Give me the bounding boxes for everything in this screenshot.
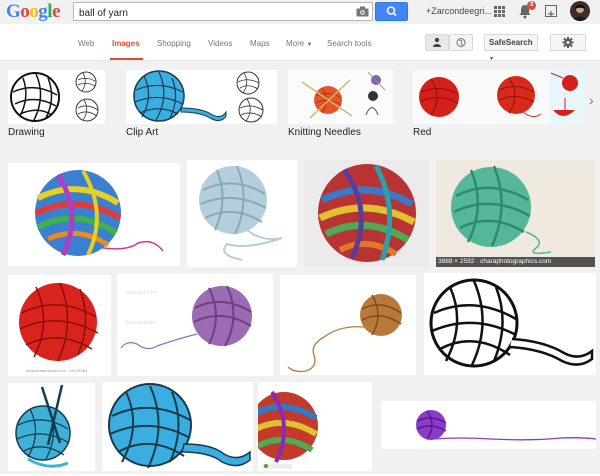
brown-yarn-image [287, 294, 402, 373]
image-result[interactable] [8, 383, 95, 471]
results-area: Drawing Clip Art Knitting Needles Red › … [0, 61, 600, 474]
chevron-down-icon: ▼ [306, 42, 313, 48]
chevron-right-icon[interactable]: › [589, 92, 594, 108]
rainbow-yarn-image [34, 169, 164, 257]
multicolor-yarn-image [304, 160, 430, 267]
image-result[interactable] [8, 163, 180, 266]
related-red-card[interactable] [413, 70, 585, 124]
gear-icon [562, 37, 574, 48]
knitting-clipart-image [15, 384, 71, 468]
image-result[interactable] [102, 382, 253, 471]
tabs-bar: Web Images Shopping Videos Maps More ▼ S… [0, 24, 600, 62]
avatar[interactable] [570, 1, 590, 21]
related-clipart-label[interactable]: Clip Art [126, 127, 158, 138]
violet-yarn-image [416, 410, 597, 441]
related-drawing-label[interactable]: Drawing [8, 127, 45, 138]
outline-yarn-image [429, 278, 594, 368]
tab-more[interactable]: More ▼ [286, 39, 312, 48]
svg-text:depositphotos: depositphotos [125, 320, 157, 326]
svg-text:depositphotos: depositphotos [125, 290, 157, 296]
blue-yarn-clipart-image [108, 383, 251, 469]
search-box[interactable] [73, 2, 373, 22]
related-clipart-card[interactable] [126, 70, 277, 124]
knitting-needles-thumbnail [288, 70, 393, 124]
tab-maps[interactable]: Maps [250, 39, 270, 48]
globe-icon [456, 37, 466, 48]
tab-images[interactable]: Images [112, 39, 140, 48]
tab-more-label: More [286, 39, 305, 48]
private-results-button[interactable] [425, 34, 449, 51]
related-drawing-card[interactable] [8, 70, 105, 124]
image-result[interactable] [424, 273, 596, 375]
tab-search-tools[interactable]: Search tools [327, 39, 371, 48]
tab-web[interactable]: Web [78, 39, 94, 48]
tab-shopping[interactable]: Shopping [157, 39, 191, 48]
image-result[interactable] [280, 275, 416, 375]
active-tab-indicator [110, 58, 143, 60]
purple-yarn-image: depositphotos depositphotos [120, 285, 252, 350]
camera-icon[interactable] [356, 6, 369, 17]
image-result[interactable] [187, 160, 297, 267]
settings-button[interactable] [550, 34, 586, 51]
user-name-link[interactable]: +Zarcondeegri... [426, 6, 492, 16]
image-result[interactable]: www.shutterstock.com · 61018363 [8, 275, 111, 376]
related-knitting-needles-label[interactable]: Knitting Needles [288, 127, 361, 138]
yarn-drawing-thumbnail [10, 71, 99, 122]
person-icon [433, 37, 441, 47]
safesearch-dropdown[interactable]: SafeSearch ▼ [484, 34, 538, 62]
image-result[interactable] [381, 401, 597, 449]
share-plus-icon[interactable] [545, 5, 557, 17]
public-results-button[interactable] [449, 34, 473, 51]
light-blue-yarn-image [199, 165, 283, 261]
tab-videos[interactable]: Videos [208, 39, 232, 48]
image-result[interactable] [304, 160, 430, 267]
search-button[interactable] [375, 2, 408, 21]
image-result[interactable]: depositphotos depositphotos [117, 274, 273, 376]
image-result[interactable]: 3888 × 2592 · charaphotographics.com [436, 160, 595, 267]
teal-yarn-image [436, 160, 595, 267]
apps-grid-icon[interactable] [494, 6, 505, 17]
notification-badge: 3 [527, 1, 536, 10]
colorful-yarn-photo-image [250, 390, 318, 469]
google-logo[interactable]: Google [6, 1, 60, 23]
related-knitting-needles-card[interactable] [288, 70, 393, 124]
top-bar: Google +Zarcondeegri... 3 [0, 0, 600, 24]
image-size-source: 3888 × 2592 · charaphotographics.com [436, 257, 595, 267]
safesearch-label: SafeSearch [489, 38, 533, 47]
yarn-clipart-thumbnail [133, 70, 264, 123]
magnifier-icon [386, 6, 397, 17]
search-input[interactable] [74, 5, 344, 22]
image-result[interactable] [250, 382, 372, 471]
svg-text:www.shutterstock.com · 6101836: www.shutterstock.com · 61018363 [26, 368, 88, 373]
red-yarn-image: www.shutterstock.com · 61018363 [19, 282, 99, 373]
related-red-label[interactable]: Red [413, 127, 431, 138]
red-yarn-thumbnail [413, 70, 585, 124]
